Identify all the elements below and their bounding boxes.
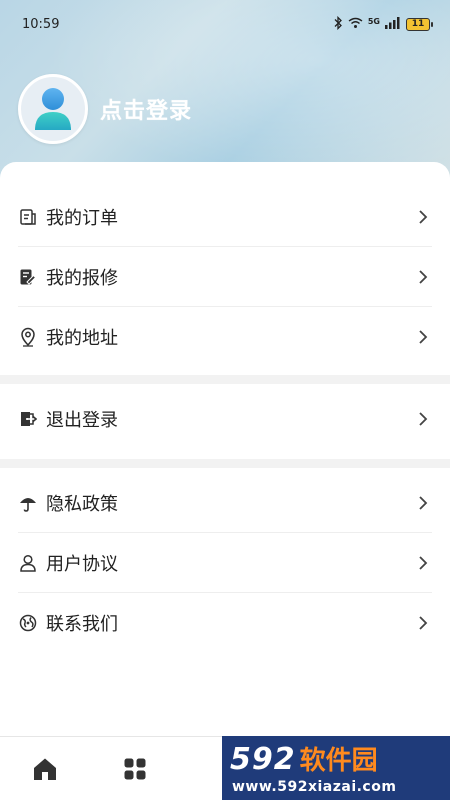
- globe-icon: [18, 613, 38, 633]
- login-link[interactable]: 点击登录: [100, 93, 192, 125]
- menu-label: 我的订单: [46, 208, 118, 229]
- menu-item-contact[interactable]: 联系我们: [0, 593, 450, 653]
- menu-item-address[interactable]: 我的地址: [0, 307, 450, 367]
- status-icons: 5G 11: [333, 15, 433, 33]
- logout-icon: [18, 409, 38, 429]
- status-time: 10:59: [22, 16, 60, 32]
- signal-icon: [385, 16, 401, 32]
- menu-item-logout[interactable]: 退出登录: [0, 389, 450, 449]
- bluetooth-icon: [333, 15, 343, 33]
- nav-category[interactable]: [90, 737, 180, 800]
- umbrella-icon: [18, 493, 38, 513]
- repair-icon: [18, 267, 38, 287]
- grid-icon: [124, 758, 146, 779]
- user-icon: [18, 553, 38, 573]
- chevron-right-icon: [416, 209, 430, 225]
- chevron-right-icon: [416, 615, 430, 631]
- network-label: 5G: [367, 16, 380, 26]
- watermark-brand-name: 软件园: [299, 746, 378, 776]
- menu-label: 联系我们: [46, 614, 118, 635]
- watermark-banner: 592 软件园 www.592xiazai.com: [222, 736, 450, 800]
- menu-group-account: 我的订单 我的报修 我的地址: [0, 187, 450, 367]
- menu-item-terms[interactable]: 用户协议: [0, 533, 450, 593]
- profile-section[interactable]: 点击登录: [18, 74, 192, 144]
- menu-label: 用户协议: [46, 554, 118, 575]
- chevron-right-icon: [416, 411, 430, 427]
- section-divider: [0, 375, 450, 384]
- chevron-right-icon: [416, 495, 430, 511]
- order-icon: [18, 207, 38, 227]
- battery-level: 11: [411, 19, 425, 29]
- battery-icon: 11: [406, 17, 433, 31]
- watermark-brand-number: 592: [230, 742, 296, 777]
- chevron-right-icon: [416, 555, 430, 571]
- menu-label: 我的地址: [46, 328, 118, 349]
- menu-card: 我的订单 我的报修 我的地址 退出登录 隐私政策 用户协议 联系我们: [0, 162, 450, 736]
- menu-label: 退出登录: [46, 410, 118, 431]
- status-bar: 10:59 5G 11: [0, 0, 450, 48]
- wifi-icon: [348, 17, 363, 32]
- location-icon: [18, 327, 38, 347]
- chevron-right-icon: [416, 329, 430, 345]
- menu-item-privacy[interactable]: 隐私政策: [0, 473, 450, 533]
- menu-item-orders[interactable]: 我的订单: [0, 187, 450, 247]
- nav-home[interactable]: [0, 737, 90, 800]
- home-icon: [34, 758, 56, 780]
- avatar[interactable]: [18, 74, 88, 144]
- watermark-url: www.592xiazai.com: [232, 779, 397, 795]
- menu-group-info: 隐私政策 用户协议 联系我们: [0, 473, 450, 653]
- menu-label: 隐私政策: [46, 494, 118, 515]
- section-divider: [0, 459, 450, 468]
- menu-label: 我的报修: [46, 268, 118, 289]
- menu-group-session: 退出登录: [0, 389, 450, 449]
- avatar-user-icon: [35, 88, 71, 130]
- menu-item-repairs[interactable]: 我的报修: [0, 247, 450, 307]
- chevron-right-icon: [416, 269, 430, 285]
